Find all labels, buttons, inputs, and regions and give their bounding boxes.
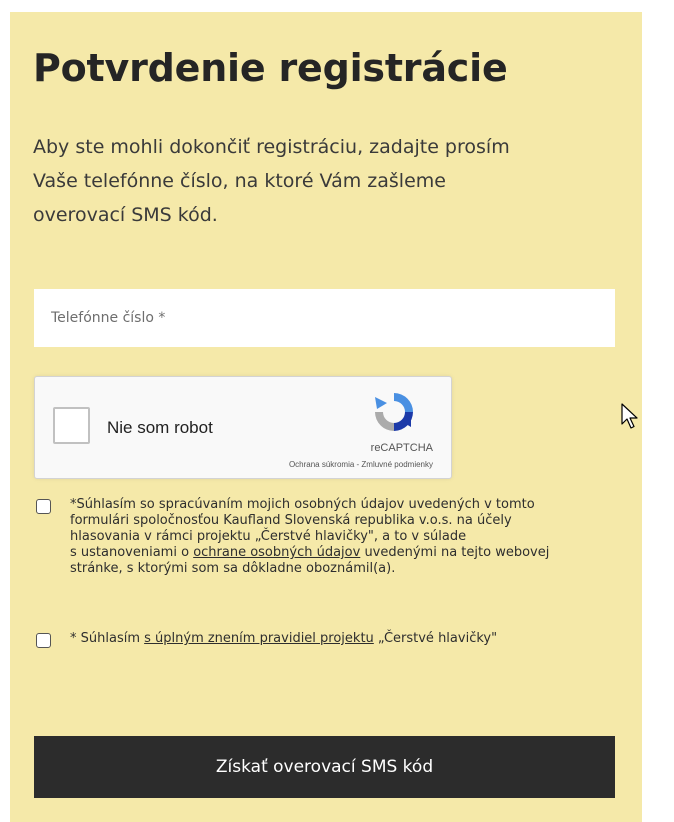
intro-line: Aby ste mohli dokončiť registráciu, zada… — [33, 136, 510, 158]
consent-rules-pre: * Súhlasím — [70, 631, 145, 646]
consent-rules-text: * Súhlasím s úplným znením pravidiel pro… — [70, 631, 620, 647]
intro-line: Vaše telefónne číslo, na ktoré Vám zašle… — [33, 170, 446, 192]
get-sms-code-button[interactable]: Získať overovací SMS kód — [34, 736, 615, 798]
recaptcha-widget: Nie som robot reCAPTCHA Ochrana súkromia… — [34, 376, 452, 479]
recaptcha-privacy-link[interactable]: Ochrana súkromia — [289, 460, 354, 469]
recaptcha-logo-icon — [375, 393, 413, 431]
consent-rules-checkbox[interactable] — [36, 633, 51, 648]
consent-gdpr-text: *Súhlasím so spracúvaním mojich osobných… — [70, 497, 620, 577]
intro-line: overovací SMS kód. — [33, 204, 218, 226]
consent-line: *Súhlasím so spracúvaním mojich osobných… — [70, 497, 535, 512]
consent-gdpr-checkbox[interactable] — [36, 499, 51, 514]
recaptcha-label: Nie som robot — [107, 418, 213, 437]
consent-line: formulári spoločnosťou Kaufland Slovensk… — [70, 513, 512, 528]
consent-rules: * Súhlasím s úplným znením pravidiel pro… — [34, 631, 624, 651]
intro-text: Aby ste mohli dokončiť registráciu, zada… — [33, 130, 633, 232]
recaptcha-terms-link[interactable]: Zmluvné podmienky — [361, 460, 433, 469]
privacy-policy-link[interactable]: ochrane osobných údajov — [193, 545, 360, 560]
phone-number-input[interactable] — [34, 289, 615, 347]
page-title: Potvrdenie registrácie — [33, 46, 508, 90]
consent-line: uvedenými na tejto webovej — [360, 545, 550, 560]
consent-rules-post: „Čerstvé hlavičky" — [373, 631, 498, 646]
recaptcha-brand: reCAPTCHA — [370, 442, 433, 454]
registration-panel: Potvrdenie registrácie Aby ste mohli dok… — [10, 12, 642, 822]
mouse-pointer-icon — [621, 403, 638, 429]
consent-line: s ustanoveniami o — [70, 545, 194, 560]
consent-gdpr: *Súhlasím so spracúvaním mojich osobných… — [34, 497, 624, 595]
project-rules-link[interactable]: s úplným znením pravidiel projektu — [144, 631, 374, 646]
consent-line: stránke, s ktorými som sa dôkladne obozn… — [70, 561, 396, 576]
recaptcha-checkbox[interactable] — [53, 407, 90, 444]
consent-line: hlasovania v rámci projektu „Čerstvé hla… — [70, 529, 467, 544]
recaptcha-links: Ochrana súkromia - Zmluvné podmienky — [289, 460, 433, 469]
